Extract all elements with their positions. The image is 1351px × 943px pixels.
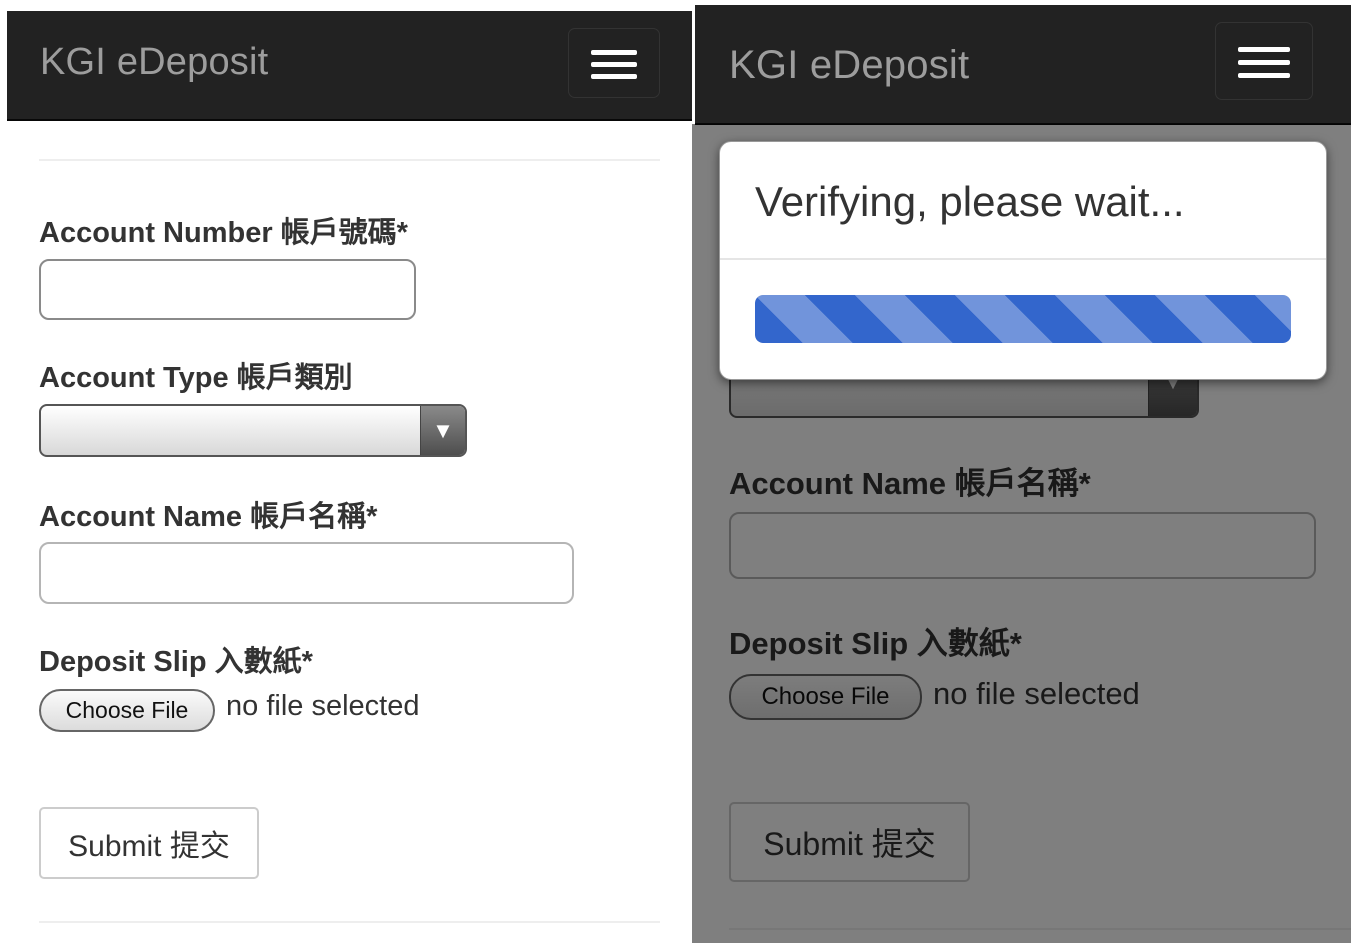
form-screen: KGI eDeposit Account Number 帳戶號碼* Accoun… (0, 0, 692, 943)
verifying-modal: Verifying, please wait... (719, 141, 1327, 380)
submit-button[interactable]: Submit 提交 (39, 807, 259, 879)
account-type-select[interactable]: ▼ (39, 404, 467, 457)
progress-bar-fill (755, 295, 1291, 343)
hamburger-menu-icon (1238, 47, 1290, 52)
account-name-label: Account Name 帳戶名稱* (39, 501, 378, 533)
chevron-down-icon: ▼ (420, 406, 465, 455)
modal-title: Verifying, please wait... (755, 178, 1185, 225)
navbar: KGI eDeposit (695, 5, 1351, 125)
hamburger-menu-icon (591, 50, 637, 55)
navbar: KGI eDeposit (7, 11, 692, 121)
modal-divider (720, 258, 1326, 260)
account-number-label: Account Number 帳戶號碼* (39, 217, 408, 249)
account-number-input[interactable] (39, 259, 416, 320)
menu-toggle-button[interactable] (1215, 22, 1313, 100)
bottom-divider (39, 921, 660, 923)
account-type-label: Account Type 帳戶類別 (39, 362, 353, 394)
account-name-input[interactable] (39, 542, 574, 604)
navbar-brand[interactable]: KGI eDeposit (40, 41, 268, 84)
file-status-text: no file selected (226, 690, 420, 722)
choose-file-button[interactable]: Choose File (39, 689, 215, 732)
navbar-brand[interactable]: KGI eDeposit (729, 43, 969, 88)
menu-toggle-button[interactable] (568, 28, 660, 98)
top-divider (39, 159, 660, 161)
deposit-slip-label: Deposit Slip 入數紙* (39, 646, 313, 678)
progress-bar (755, 295, 1291, 343)
verifying-screen: KGI eDeposit ▼ Account Name 帳戶名稱* Deposi… (692, 0, 1351, 943)
